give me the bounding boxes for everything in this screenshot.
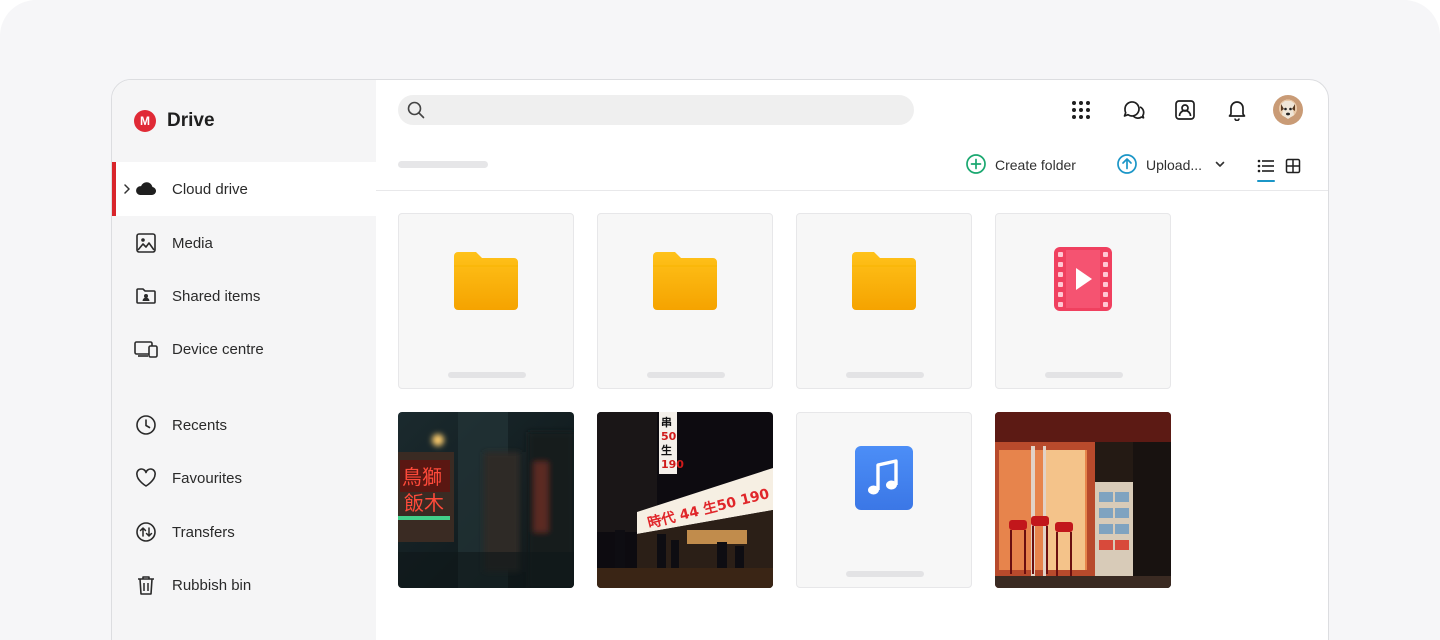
video-file-tile[interactable] <box>995 213 1171 389</box>
sidebar-item-transfers[interactable]: Transfers <box>112 505 376 559</box>
photo-thumbnail: 鳥獅 飯木 <box>398 412 574 588</box>
photo-tile[interactable]: 鳥獅 飯木 <box>398 412 574 588</box>
chat-icon[interactable] <box>1119 96 1147 124</box>
clock-icon <box>134 413 158 437</box>
sidebar-item-label: Device centre <box>172 340 264 358</box>
sidebar-item-shared-items[interactable]: Shared items <box>112 269 376 323</box>
heart-icon <box>134 466 158 490</box>
grid-view-toggle[interactable] <box>1281 154 1305 178</box>
file-name-skeleton <box>846 372 924 378</box>
contacts-icon[interactable] <box>1171 96 1199 124</box>
create-folder-button[interactable]: Create folder <box>965 153 1076 178</box>
app-window: M Drive Cloud drive Media Shared items D… <box>111 79 1329 640</box>
sidebar-item-recents[interactable]: Recents <box>112 398 376 452</box>
upload-button[interactable]: Upload... <box>1116 153 1226 178</box>
photo-thumbnail <box>995 412 1171 588</box>
plus-circle-icon <box>965 153 987 178</box>
sidebar-item-label: Cloud drive <box>172 180 248 198</box>
folder-icon <box>651 250 719 317</box>
sidebar-item-label: Rubbish bin <box>172 576 252 594</box>
svg-text:50: 50 <box>661 430 677 443</box>
sidebar-item-device-centre[interactable]: Device centre <box>112 322 376 376</box>
photo-thumbnail: 串 50 生 190 時代 44 生50 190 <box>597 412 773 588</box>
sidebar-item-cloud-drive[interactable]: Cloud drive <box>112 162 376 216</box>
transfers-icon <box>134 520 158 544</box>
sidebar-item-media[interactable]: Media <box>112 216 376 270</box>
upload-circle-icon <box>1116 153 1138 178</box>
create-folder-label: Create folder <box>995 157 1076 173</box>
file-name-skeleton <box>448 372 526 378</box>
search-icon <box>406 100 426 125</box>
apps-grid-icon[interactable] <box>1067 96 1095 124</box>
sidebar-item-rubbish-bin[interactable]: Rubbish bin <box>112 558 376 612</box>
app-title: Drive <box>167 110 215 131</box>
folder-tile[interactable] <box>796 213 972 389</box>
svg-text:190: 190 <box>661 458 684 471</box>
svg-text:生: 生 <box>661 443 672 457</box>
folder-tile[interactable] <box>597 213 773 389</box>
shared-folder-icon <box>134 284 158 308</box>
image-icon <box>134 231 158 255</box>
sidebar-item-label: Media <box>172 234 213 252</box>
folder-tile[interactable] <box>398 213 574 389</box>
video-file-icon <box>1053 246 1113 317</box>
sidebar-item-label: Favourites <box>172 469 243 487</box>
chevron-down-icon[interactable] <box>1214 157 1226 173</box>
cloud-icon <box>134 177 158 201</box>
list-icon <box>1257 159 1274 173</box>
audio-file-tile[interactable] <box>796 412 972 588</box>
devices-icon <box>134 337 158 361</box>
list-view-toggle[interactable] <box>1254 154 1278 182</box>
svg-text:鳥獅: 鳥獅 <box>402 465 442 489</box>
app-logo[interactable]: M Drive <box>134 110 215 132</box>
file-name-skeleton <box>1045 372 1123 378</box>
sidebar-item-favourites[interactable]: Favourites <box>112 451 376 505</box>
search-bar[interactable] <box>398 95 914 125</box>
toolbar-divider <box>376 190 1328 191</box>
file-name-skeleton <box>647 372 725 378</box>
svg-text:串: 串 <box>661 415 672 429</box>
mega-logo-icon: M <box>134 110 156 132</box>
audio-file-icon <box>854 445 914 516</box>
bell-icon[interactable] <box>1223 96 1251 124</box>
svg-text:飯木: 飯木 <box>404 491 444 515</box>
sidebar-item-label: Recents <box>172 416 228 434</box>
trash-icon <box>134 573 158 597</box>
upload-label: Upload... <box>1146 157 1203 173</box>
chevron-right-icon[interactable] <box>122 181 132 197</box>
file-name-skeleton <box>846 571 924 577</box>
folder-icon <box>452 250 520 317</box>
sidebar-item-label: Shared items <box>172 287 261 305</box>
photo-tile[interactable]: 串 50 生 190 時代 44 生50 190 <box>597 412 773 588</box>
folder-icon <box>850 250 918 317</box>
photo-tile[interactable] <box>995 412 1171 588</box>
breadcrumb <box>398 161 488 168</box>
sidebar-item-label: Transfers <box>172 523 235 541</box>
sidebar: M Drive Cloud drive Media Shared items D… <box>112 80 376 640</box>
avatar[interactable] <box>1273 95 1303 125</box>
grid-icon <box>1285 158 1301 174</box>
